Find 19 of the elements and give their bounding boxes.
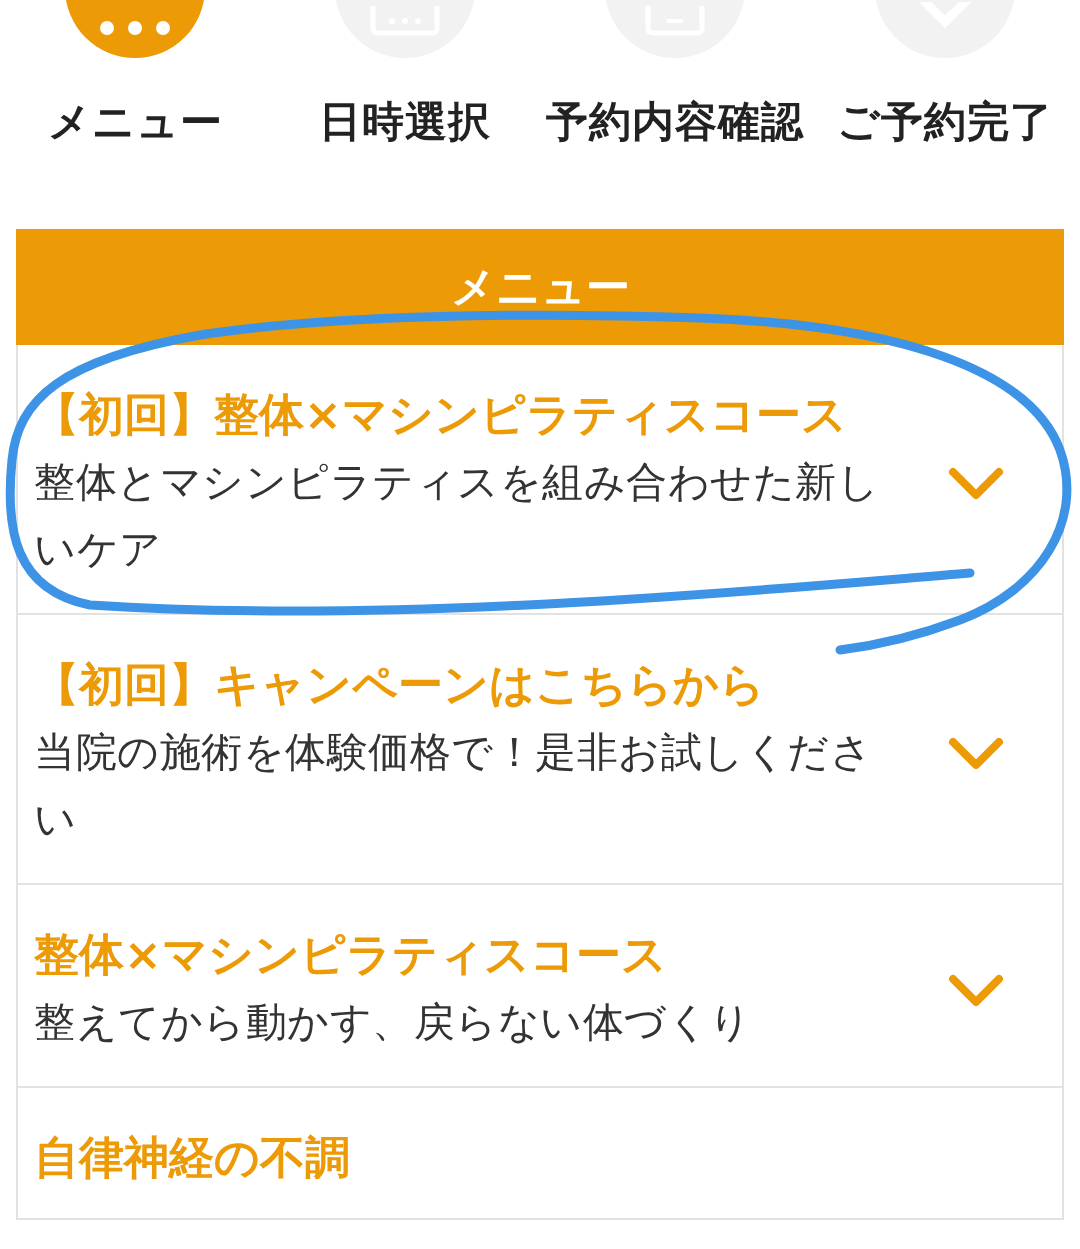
step-label: メニュー [47,96,223,148]
step-label: 予約内容確認 [546,96,804,148]
menu-item[interactable]: 【初回】キャンペーンはこちらから 当院の施術を体験価格で！是非お試しください [16,615,1064,885]
dots-icon [99,20,171,36]
menu-item[interactable]: 整体×マシンピラティスコース 整えてから動かす、戻らない体づくり [16,885,1064,1088]
menu-item[interactable]: 【初回】整体×マシンピラティスコース 整体とマシンピラティスを組み合わせた新しいケア [16,345,1064,615]
step-label: 日時選択 [319,96,491,148]
section-header: メニュー [16,229,1064,345]
menu-item-description: 当院の施術を体験価格で！是非お試しください [34,727,873,845]
menu-item-title: 【初回】整体×マシンピラティスコース [34,387,848,443]
menu-item-description: 整えてから動かす、戻らない体づくり [34,997,753,1048]
chevron-down-icon [948,737,1004,771]
menu-item-title: 整体×マシンピラティスコース [34,927,668,983]
menu-item-description: 整体とマシンピラティスを組み合わせた新しいケア [34,457,880,575]
menu-item-title: 自律神経の不調 [34,1130,350,1186]
chevron-down-icon [948,467,1004,501]
step-label: ご予約完了 [837,96,1053,148]
chevron-down-icon [948,973,1004,1008]
menu-item-title: 【初回】キャンペーンはこちらから [34,657,766,713]
